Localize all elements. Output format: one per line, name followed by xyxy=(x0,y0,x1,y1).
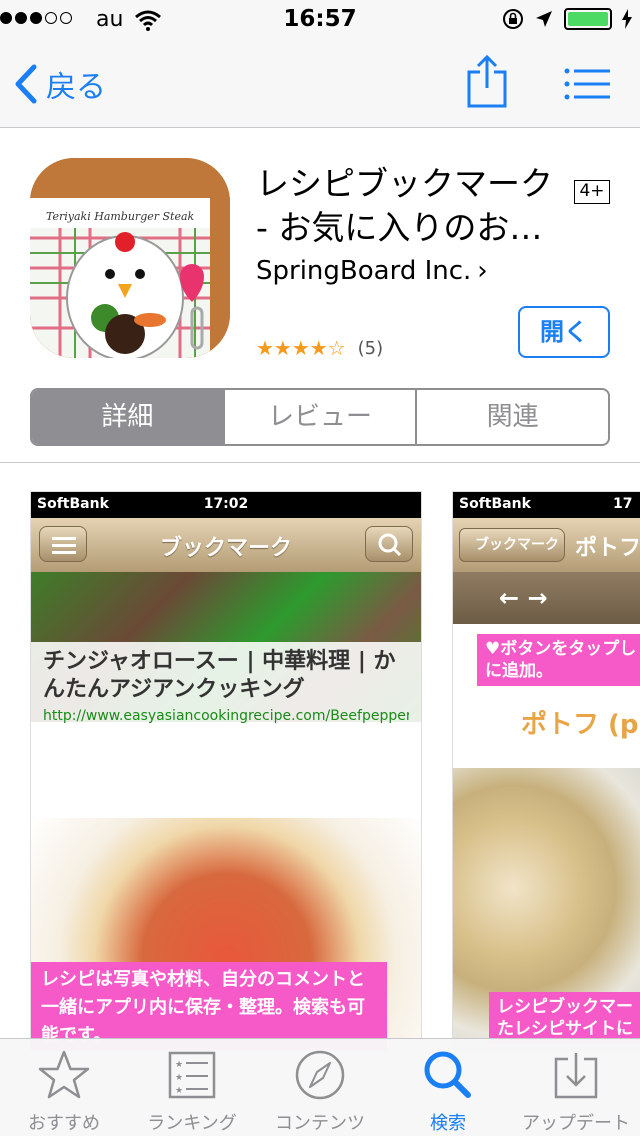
recipe-heading: ポトフ (p xyxy=(521,710,639,740)
screenshot-back-button: ブックマーク xyxy=(459,528,565,562)
tab-details[interactable]: 詳細 xyxy=(32,390,225,444)
tab-label: おすすめ xyxy=(28,1113,100,1134)
share-icon[interactable] xyxy=(466,54,508,108)
magnifier-icon xyxy=(378,533,402,557)
compass-icon xyxy=(295,1050,345,1100)
svg-text:★: ★ xyxy=(175,1073,183,1083)
star-rating: ★★★★☆ (5) xyxy=(256,336,383,360)
app-icon-artwork: Teriyaki Hamburger Steak xyxy=(30,158,230,358)
screenshot-search-button xyxy=(365,526,413,562)
app-icon: Teriyaki Hamburger Steak xyxy=(30,158,230,358)
age-rating-badge: 4+ xyxy=(574,180,610,204)
screenshot-nav: ブックマーク ポトフ xyxy=(453,518,640,572)
screenshot-1[interactable]: SoftBank 17:02 ブックマーク チンジャオロースー | 中華料理 |… xyxy=(30,491,422,1051)
divider xyxy=(0,462,640,463)
ranking-list-icon: ★ ★ ★ xyxy=(168,1051,216,1099)
tab-label: ランキング xyxy=(147,1113,237,1134)
app-icon-text: Teriyaki Hamburger Steak xyxy=(46,210,195,223)
developer-name: SpringBoard Inc. xyxy=(256,256,472,286)
screenshot-carrier: SoftBank xyxy=(459,496,531,512)
tab-search[interactable]: 検索 xyxy=(384,1039,512,1136)
navigation-bar: 戻る xyxy=(0,40,640,128)
tab-label: アップデート xyxy=(522,1113,630,1134)
rating-stars: ★★★★☆ xyxy=(256,336,346,360)
open-button[interactable]: 開く xyxy=(518,306,610,358)
screenshot-title: ブックマーク xyxy=(159,536,292,561)
back-label: 戻る xyxy=(46,70,106,105)
screenshot-status-bar: SoftBank 17:02 xyxy=(31,492,421,518)
charging-bolt-icon xyxy=(622,9,632,29)
chevron-left-icon xyxy=(15,64,37,104)
recipe-caption: チンジャオロースー | 中華料理 | かんたんアジアンクッキング http://… xyxy=(31,642,421,736)
screenshot-time: 17:02 xyxy=(203,496,249,512)
tab-label: 検索 xyxy=(430,1113,466,1134)
status-right-icons xyxy=(502,8,632,30)
segmented-control: 詳細 レビュー 関連 xyxy=(30,388,610,446)
tab-updates[interactable]: アップデート xyxy=(512,1039,640,1136)
app-title: レシピブックマーク - お気に入りのお… xyxy=(256,164,553,247)
star-icon xyxy=(38,1050,90,1099)
back-button[interactable]: 戻る xyxy=(14,62,106,106)
screenshot-2[interactable]: SoftBank 17 ブックマーク ポトフ ← → ♥ボタンをタップしに追加。… xyxy=(452,491,640,1051)
list-menu-icon[interactable] xyxy=(564,68,610,100)
chevron-right-icon: › xyxy=(477,256,488,286)
svg-text:★: ★ xyxy=(175,1060,183,1070)
tab-ranking[interactable]: ★ ★ ★ ランキング xyxy=(128,1039,256,1136)
battery-icon xyxy=(564,8,612,30)
location-arrow-icon xyxy=(536,11,552,27)
recipe-title: チンジャオロースー | 中華料理 | かんたんアジアンクッキング xyxy=(43,649,396,702)
tab-contents[interactable]: コンテンツ xyxy=(256,1039,384,1136)
screenshot-time: 17 xyxy=(613,496,633,512)
promo-note-2: レシピブックマーたレシピサイトに xyxy=(489,992,640,1044)
rotation-lock-icon xyxy=(503,9,523,29)
browser-arrows: ← → xyxy=(453,572,640,624)
screenshot-title: ポトフ xyxy=(575,536,640,561)
developer-link[interactable]: SpringBoard Inc. › xyxy=(256,256,488,286)
tab-label: コンテンツ xyxy=(275,1113,365,1134)
promo-note: ♥ボタンをタップしに追加。 xyxy=(477,634,640,686)
status-bar: au 16:57 xyxy=(0,0,640,40)
tab-featured[interactable]: おすすめ xyxy=(0,1039,128,1136)
tab-related[interactable]: 関連 xyxy=(417,390,608,444)
app-store-screen: { "status_bar": { "carrier": "au", "time… xyxy=(0,0,640,1136)
screenshot-status-bar: SoftBank 17 xyxy=(453,492,640,518)
download-icon xyxy=(554,1053,598,1099)
svg-text:★: ★ xyxy=(175,1086,183,1096)
search-icon xyxy=(424,1051,471,1098)
tab-reviews[interactable]: レビュー xyxy=(225,390,418,444)
recipe-url: http://www.easyasiancookingrecipe.com/Be… xyxy=(43,708,409,724)
screenshot-nav: ブックマーク xyxy=(31,518,421,572)
tab-bar: おすすめ ★ ★ ★ ランキング コンテンツ 検索 アップデート xyxy=(0,1038,640,1136)
rating-count: (5) xyxy=(357,337,384,359)
